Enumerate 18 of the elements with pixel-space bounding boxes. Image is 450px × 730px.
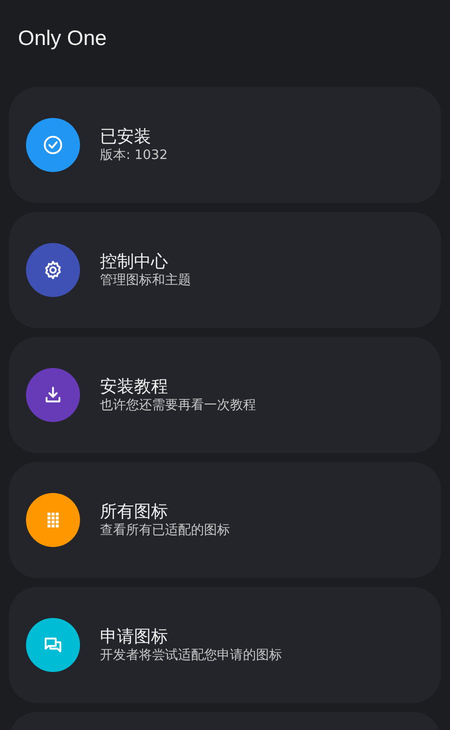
item-subtitle: 也许您还需要再看一次教程: [100, 398, 256, 414]
item-title: 已安装: [100, 126, 152, 148]
check-circle-icon: [42, 134, 64, 156]
menu-card[interactable]: 申请图标 开发者将尝试适配您申请的图标: [9, 587, 441, 703]
item-title: 所有图标: [100, 500, 169, 523]
item-subtitle: 查看所有已适配的图标: [100, 522, 230, 540]
menu-card[interactable]: 控制中心 管理图标和主题: [9, 212, 441, 328]
item-subtitle: 管理图标和主题: [100, 272, 191, 290]
item-title: 安装教程: [100, 376, 169, 398]
item-title: 申请图标: [100, 626, 169, 648]
menu-card[interactable]: 已安装 版本: 1032: [9, 87, 441, 203]
item-subtitle: 开发者将尝试适配您申请的图标: [100, 648, 282, 664]
app-title: Only One: [17, 26, 108, 52]
gear-icon: [42, 259, 64, 281]
menu-card[interactable]: 所有图标 查看所有已适配的图标: [9, 462, 441, 578]
item-subtitle: 版本: 1032: [100, 148, 168, 164]
menu-card[interactable]: 安装教程 也许您还需要再看一次教程: [9, 337, 441, 453]
item-title: 控制中心: [100, 250, 169, 273]
